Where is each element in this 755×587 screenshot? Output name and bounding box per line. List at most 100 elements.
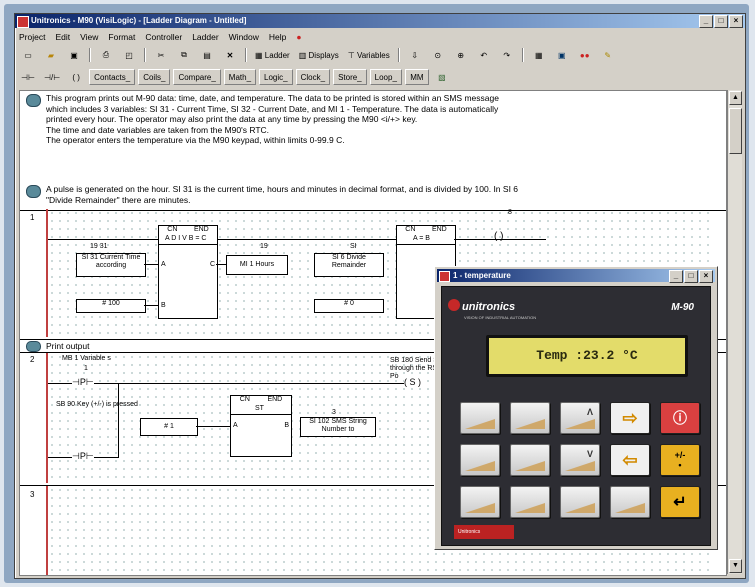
- contact-nc-icon[interactable]: ⊣/⊢: [41, 69, 63, 85]
- contact-icon[interactable]: ⊣P⊢: [72, 378, 94, 387]
- library-icon[interactable]: ▧: [432, 69, 452, 85]
- constant-operand[interactable]: # 1: [140, 418, 198, 436]
- panel-title: 1 - temperature: [453, 271, 511, 280]
- panel-close-button[interactable]: ×: [699, 270, 713, 283]
- logic-button[interactable]: Logic_: [259, 69, 293, 85]
- menu-controller[interactable]: Controller: [145, 30, 182, 44]
- clock-button[interactable]: Clock_: [295, 69, 331, 85]
- menu-window[interactable]: Window: [229, 30, 259, 44]
- menu-format[interactable]: Format: [108, 30, 135, 44]
- menu-view[interactable]: View: [80, 30, 98, 44]
- remainder-operand[interactable]: SI 6 Divide Remainder: [314, 253, 384, 277]
- plus-minus-key-icon[interactable]: +/- •: [660, 444, 700, 476]
- zoom-icon[interactable]: ⊕: [451, 47, 471, 63]
- menu-help[interactable]: Help: [269, 30, 286, 44]
- keypad-key[interactable]: [460, 486, 500, 518]
- copy-icon[interactable]: ⧉: [174, 47, 194, 63]
- download-icon[interactable]: ⇩: [405, 47, 425, 63]
- rung-number: 1: [30, 213, 35, 222]
- toolbar-separator: [144, 48, 146, 62]
- coils-button[interactable]: Coils_: [138, 69, 171, 85]
- comment-icon: [26, 94, 41, 107]
- search-icon[interactable]: ⊙: [428, 47, 448, 63]
- save-icon[interactable]: ▣: [64, 47, 84, 63]
- toolbar-separator: [521, 48, 524, 62]
- tools-icon[interactable]: ✎: [598, 47, 618, 63]
- new-file-icon[interactable]: ▭: [18, 47, 38, 63]
- constant-operand[interactable]: # 0: [314, 299, 384, 313]
- hours-operand[interactable]: MI 1 Hours: [226, 255, 288, 275]
- undo-icon[interactable]: ↶: [474, 47, 494, 63]
- print-icon[interactable]: ⎙: [96, 47, 116, 63]
- keypad-key[interactable]: [610, 486, 650, 518]
- scroll-thumb[interactable]: [729, 108, 742, 154]
- rung-wire: [48, 383, 418, 384]
- scroll-up-icon[interactable]: ▲: [729, 91, 742, 105]
- rung-comment[interactable]: A pulse is generated on the hour. SI 31 …: [20, 182, 726, 211]
- hmi-panel-window[interactable]: 1 - temperature _ □ × unitronics VISION …: [434, 266, 718, 550]
- keypad-key-up[interactable]: Λ: [560, 402, 600, 434]
- vertical-scrollbar[interactable]: ▲ ▼: [727, 90, 742, 574]
- store-button[interactable]: Store_: [333, 69, 367, 85]
- panel-maximize-button[interactable]: □: [684, 270, 698, 283]
- preview-icon[interactable]: ◰: [119, 47, 139, 63]
- rung-number: 2: [30, 355, 35, 364]
- menu-project[interactable]: Project: [19, 30, 45, 44]
- cut-icon[interactable]: ✂: [151, 47, 171, 63]
- source-operand[interactable]: SI 31 Current Time according: [76, 253, 146, 277]
- left-arrow-key-icon[interactable]: ⇦: [610, 444, 650, 476]
- keypad-key[interactable]: [510, 444, 550, 476]
- mm-button[interactable]: MM: [404, 69, 429, 85]
- comment-line: A pulse is generated on the hour. SI 31 …: [46, 184, 519, 194]
- paste-icon[interactable]: ▤: [197, 47, 217, 63]
- open-folder-icon[interactable]: ▰: [41, 47, 61, 63]
- model-name: M-90: [671, 302, 694, 313]
- info-key-icon[interactable]: ⓘ: [660, 402, 700, 434]
- keypad-key[interactable]: [560, 486, 600, 518]
- keypad-key[interactable]: [510, 486, 550, 518]
- scroll-down-icon[interactable]: ▼: [729, 559, 742, 573]
- coil-icon[interactable]: ( ): [66, 69, 86, 85]
- title-bar: Unitronics - M90 (VisiLogic) - [Ladder D…: [15, 14, 745, 28]
- online-icon[interactable]: ●●: [575, 47, 595, 63]
- keypad-key[interactable]: [460, 444, 500, 476]
- menu-ladder[interactable]: Ladder: [192, 30, 218, 44]
- set-coil-icon[interactable]: ( S ): [404, 378, 421, 387]
- panel-minimize-button[interactable]: _: [669, 270, 683, 283]
- right-arrow-key-icon[interactable]: ⇨: [610, 402, 650, 434]
- compare-button[interactable]: Compare_: [173, 69, 221, 85]
- keypad-key[interactable]: [460, 402, 500, 434]
- displays-button[interactable]: ▥ Displays: [296, 47, 342, 63]
- program-comment[interactable]: This program prints out M-90 data: time,…: [20, 91, 726, 184]
- variables-label: Variables: [356, 50, 390, 60]
- keypad-key[interactable]: [510, 402, 550, 434]
- redo-icon[interactable]: ↷: [497, 47, 517, 63]
- ladder-button[interactable]: ▦ Ladder: [252, 47, 293, 63]
- loop-button[interactable]: Loop_: [369, 69, 402, 85]
- pulse-coil-icon[interactable]: ( ): [494, 232, 503, 242]
- variables-icon: ⊤: [347, 50, 355, 60]
- minimize-button[interactable]: _: [699, 15, 713, 28]
- contact-no-icon[interactable]: ⊣⊢: [18, 69, 38, 85]
- comment-line: This program prints out M-90 data: time,…: [46, 93, 499, 103]
- close-button[interactable]: ×: [729, 15, 743, 28]
- keypad-key-down[interactable]: V: [560, 444, 600, 476]
- divide-function-block[interactable]: CN END A D I V B = C A B C: [158, 225, 218, 319]
- contacts-button[interactable]: Contacts_: [89, 69, 136, 85]
- delete-icon[interactable]: ✕: [220, 47, 240, 63]
- enter-key-icon[interactable]: ↵: [660, 486, 700, 518]
- contact-icon[interactable]: ⊣P⊢: [72, 452, 94, 461]
- maximize-button[interactable]: □: [714, 15, 728, 28]
- sms-string-operand[interactable]: SI 102 SMS String Number to: [300, 417, 376, 437]
- menu-edit[interactable]: Edit: [55, 30, 70, 44]
- unitronics-logo-icon: [448, 299, 460, 311]
- grid-icon[interactable]: ▦: [529, 47, 549, 63]
- pin-a: A: [233, 422, 238, 429]
- store-function-block[interactable]: CN END ST A B: [230, 395, 292, 457]
- variables-button[interactable]: ⊤ Variables: [345, 47, 393, 63]
- math-button[interactable]: Math_: [223, 69, 257, 85]
- help-icon[interactable]: ●: [296, 30, 301, 44]
- displays-label: Displays: [308, 50, 339, 60]
- constant-operand[interactable]: # 100: [76, 299, 146, 313]
- monitor-icon[interactable]: ▣: [552, 47, 572, 63]
